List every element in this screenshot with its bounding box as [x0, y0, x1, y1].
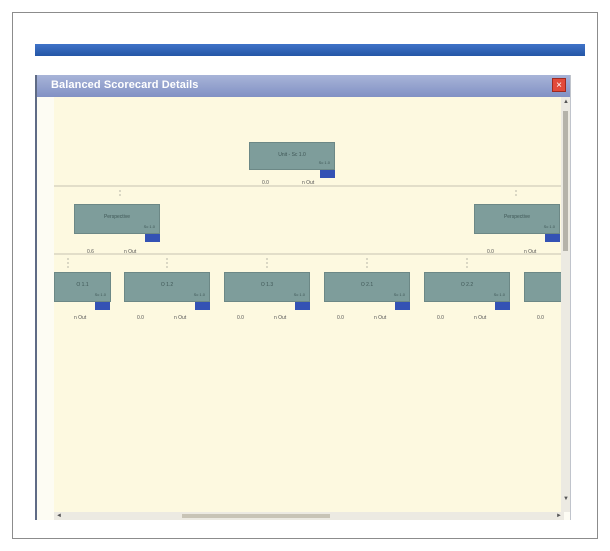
node-value: 0.0 [337, 315, 344, 321]
status-flag [495, 302, 510, 310]
scroll-up-icon[interactable]: ▲ [563, 99, 569, 105]
objective-node-6[interactable]: O [524, 272, 564, 302]
node-score: Sc 1.0 [94, 292, 106, 297]
node-value: 0.0 [437, 315, 444, 321]
perspective-node-1[interactable]: Perspective Sc 1.0 [74, 204, 160, 234]
objective-node-5[interactable]: O 2.2 Sc 1.0 [424, 272, 510, 302]
status-flag [545, 234, 560, 242]
status-flag [320, 170, 335, 178]
objective-node-1[interactable]: O 1.1 Sc 1.0 [54, 272, 111, 302]
horizontal-scrollbar[interactable]: ◄ ► [54, 512, 564, 520]
scorecard-tree-canvas: Unit - Sc 1.0 Sc 1.0 0.0 n Out Perspecti… [54, 97, 564, 512]
node-status: n Out [374, 315, 387, 321]
objective-node-2[interactable]: O 1.2 Sc 1.0 [124, 272, 210, 302]
dialog-titlebar[interactable]: Balanced Scorecard Details × [37, 75, 570, 97]
vertical-scroll-thumb[interactable] [563, 111, 568, 251]
node-value: 0.6 [87, 249, 94, 255]
node-score: Sc 1.0 [393, 292, 405, 297]
node-value: 0.0 [487, 249, 494, 255]
node-label: O 2.2 [460, 282, 474, 288]
status-flag [95, 302, 110, 310]
dialog-title: Balanced Scorecard Details [51, 79, 199, 91]
objective-node-4[interactable]: O 2.1 Sc 1.0 [324, 272, 410, 302]
node-status: n Out [74, 315, 87, 321]
node-score: Sc 1.0 [293, 292, 305, 297]
app-header-bar [35, 44, 585, 56]
status-flag [395, 302, 410, 310]
node-score: Sc 1.0 [193, 292, 205, 297]
node-value: 0.0 [137, 315, 144, 321]
status-flag [145, 234, 160, 242]
objective-node-3[interactable]: O 1.3 Sc 1.0 [224, 272, 310, 302]
node-label: Perspective [103, 214, 131, 220]
vertical-scrollbar[interactable]: ▲ ▼ [561, 97, 570, 512]
status-flag [195, 302, 210, 310]
node-label: O 2.1 [360, 282, 374, 288]
node-status: n Out [274, 315, 287, 321]
node-status: n Out [524, 249, 537, 255]
status-flag [295, 302, 310, 310]
node-status: n Out [474, 315, 487, 321]
perspective-node-2[interactable]: Perspective Sc 1.0 [474, 204, 560, 234]
node-label: Perspective [503, 214, 531, 220]
node-status: n Out [302, 180, 315, 186]
close-icon[interactable]: × [552, 78, 566, 92]
scroll-down-icon[interactable]: ▼ [563, 496, 569, 502]
horizontal-scroll-thumb[interactable] [182, 514, 330, 518]
node-label: O [529, 282, 564, 288]
node-status: n Out [174, 315, 187, 321]
node-value: 0.0 [237, 315, 244, 321]
node-label: O 1.3 [260, 282, 274, 288]
node-score: Sc 1.0 [543, 224, 555, 229]
node-value: 0.0 [262, 180, 269, 186]
scroll-right-icon[interactable]: ► [556, 513, 562, 519]
node-score: Sc 1.0 [493, 292, 505, 297]
scroll-left-icon[interactable]: ◄ [56, 513, 62, 519]
balanced-scorecard-dialog: Balanced Scorecard Details × Unit - Sc 1… [35, 75, 571, 520]
node-status: n Out [124, 249, 137, 255]
node-label: Unit - Sc 1.0 [278, 152, 306, 158]
node-score: Sc 1.0 [143, 224, 155, 229]
root-node[interactable]: Unit - Sc 1.0 Sc 1.0 [249, 142, 335, 170]
node-label: O 1.2 [160, 282, 174, 288]
node-label: O 1.1 [76, 282, 89, 288]
node-score: Sc 1.0 [318, 160, 330, 165]
node-value: 0.0 [537, 315, 544, 321]
